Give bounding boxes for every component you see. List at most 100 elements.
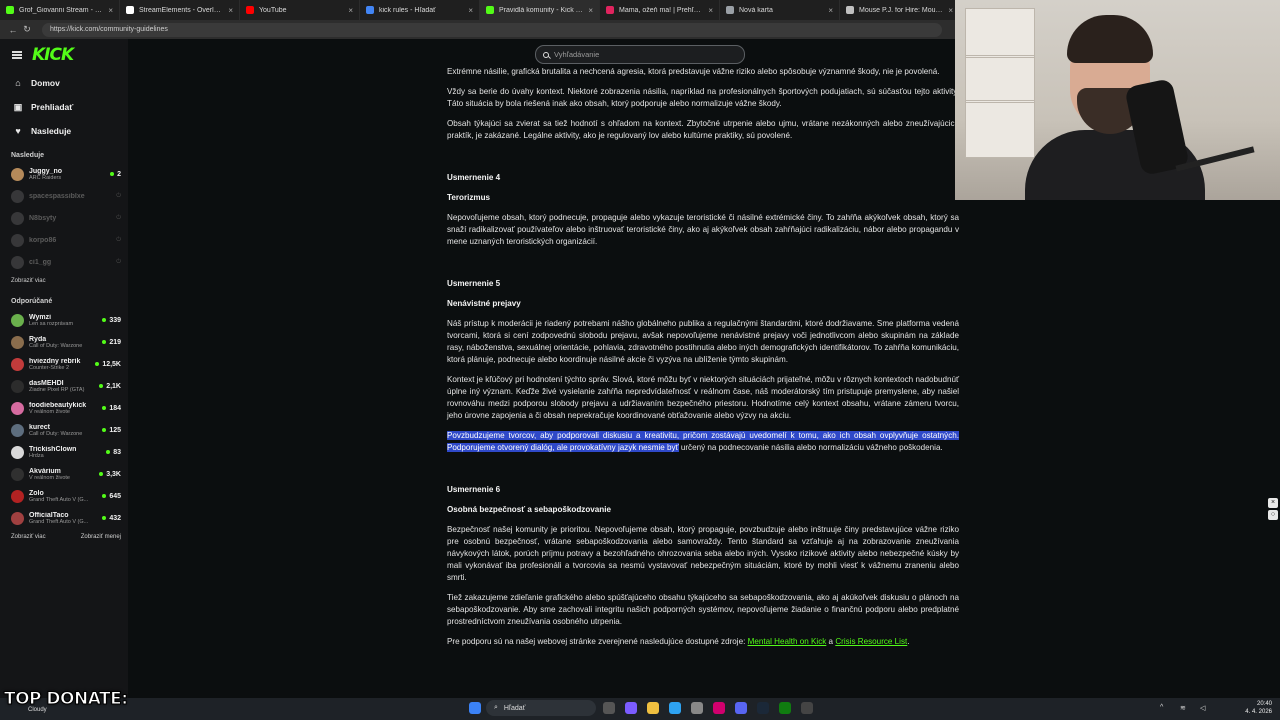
avatar [11,189,24,203]
paragraph: Extrémne násilie, grafická brutalita a n… [447,67,940,76]
browser-tab[interactable]: Nová karta × [720,0,840,20]
heart-icon: ♥ [15,126,21,136]
kick-logo[interactable]: KICK [32,45,74,65]
avatar [11,423,24,437]
channel-category: Grand Theft Auto V (G... [29,518,89,525]
tab-title: Mama, ožeň ma! | Prehľad | Archi [619,6,704,14]
channel-item[interactable]: korpo86 ⏻ [0,229,128,251]
channel-item[interactable]: Wymzi Len sa rozprávam 339 [0,309,128,331]
network-icon[interactable]: ≋ [1180,704,1186,712]
tab-close-icon[interactable]: × [708,6,713,15]
tab-close-icon[interactable]: × [828,6,833,15]
xbox-icon[interactable] [779,702,791,714]
task-view-icon[interactable] [603,702,615,714]
chevron-up-icon[interactable]: ^ [1160,704,1163,711]
tab-close-icon[interactable]: × [588,6,593,15]
channel-item[interactable]: dasMEHDI Žiadne Pixel RP (GTA) 2,1K [0,375,128,397]
show-more-following[interactable]: Zobraziť viac [0,273,128,289]
tab-favicon-icon [246,6,254,14]
avatar [11,255,24,269]
channel-item[interactable]: Zolo Grand Theft Auto V (G... 645 [0,485,128,507]
nav-item[interactable]: ♥ Nasleduje [0,119,128,143]
tab-close-icon[interactable]: × [348,6,353,15]
nav-item[interactable]: ▣ Prehliadať [0,95,128,119]
paragraph: Vždy sa berie do úvahy kontext. Niektoré… [447,87,959,108]
tab-close-icon[interactable]: × [108,6,113,15]
steam-icon[interactable] [757,702,769,714]
channel-info: N8bsyty [29,215,116,222]
tab-favicon-icon [606,6,614,14]
viewer-count: 219 [102,339,121,346]
show-more-recommended[interactable]: Zobraziť viac [11,529,46,545]
browser-tab[interactable]: YouTube × [240,0,360,20]
tab-close-icon[interactable]: × [468,6,473,15]
obs-icon[interactable] [801,702,813,714]
channel-name: ci1_gg [29,258,52,266]
browser-tab[interactable]: Mama, ožeň ma! | Prehľad | Archi × [600,0,720,20]
channel-item[interactable]: ci1_gg ⏻ [0,251,128,273]
channel-item[interactable]: Juggy_no ARC Raiders 2 [0,163,128,185]
channel-item[interactable]: Akvárium V reálnom živote 3,3K [0,463,128,485]
channel-item[interactable]: hviezdny rebrik Counter-Strike 2 12,5K [0,353,128,375]
tab-title: YouTube [259,6,287,14]
shelf [965,55,1035,58]
tab-close-icon[interactable]: × [948,6,953,15]
show-less-recommended[interactable]: Zobraziť menej [81,529,121,545]
and-text: a [826,637,836,646]
channel-name: Akvárium [29,467,61,475]
nav-item[interactable]: ⌂ Domov [0,71,128,95]
discord-icon[interactable] [735,702,747,714]
browser-tab[interactable]: Grof_Giovanni Stream - Kick Dash× [0,0,120,20]
file-explorer-icon[interactable] [647,702,659,714]
taskbar-search[interactable]: ⌕ Hľadať [486,700,596,716]
paragraph: Tiež zakazujeme zdieľanie grafického ale… [447,593,959,626]
channel-name: foodiebeautykick [29,401,87,409]
channel-item[interactable]: OfficialTaco Grand Theft Auto V (G... 432 [0,507,128,529]
channel-item[interactable]: TrickishClown Hrdza 83 [0,441,128,463]
side-settings-icon[interactable]: ○ [1268,510,1278,520]
guideline-title: Nenávistné prejavy [447,299,521,308]
viewer-count: 3,3K [99,471,121,478]
edge-icon[interactable] [669,702,681,714]
tab-favicon-icon [726,6,734,14]
avatar [11,489,24,503]
tab-favicon-icon [486,6,494,14]
channel-name: N8bsyty [29,214,57,222]
offline-icon: ⏻ [116,258,121,265]
clock-time: 20:40 [1256,701,1272,707]
channel-name: OfficialTaco [29,511,69,519]
viewer-count: 645 [102,493,121,500]
copilot-icon[interactable] [625,702,637,714]
url-field[interactable]: https://kick.com/community-guidelines [42,22,942,37]
volume-icon[interactable]: ◁ [1200,704,1205,712]
browser-tab[interactable]: kick rules - Hľadať × [360,0,480,20]
avatar [11,357,24,371]
avatar [11,445,24,459]
tab-close-icon[interactable]: × [228,6,233,15]
windows-start-icon[interactable] [469,702,481,714]
channel-item[interactable]: foodiebeautykick V reálnom živote 184 [0,397,128,419]
crisis-resource-link[interactable]: Crisis Resource List [835,637,907,646]
reload-icon[interactable]: ↻ [20,24,34,35]
search-input[interactable]: Vyhľadávanie [535,45,745,64]
channel-item[interactable]: spacespassiblxe ⏻ [0,185,128,207]
browser-tab[interactable]: Mouse P.J. for Hire: Mouseburg × [840,0,960,20]
channel-info: ci1_gg [29,259,116,266]
channel-item[interactable]: kurect Call of Duty: Warzone 125 [0,419,128,441]
channel-name: Ryda [29,335,47,343]
nav-label: Prehliadať [31,102,74,112]
store-icon[interactable] [691,702,703,714]
mental-health-link[interactable]: Mental Health on Kick [748,637,827,646]
clock[interactable]: 20:40 4. 4. 2026 [1240,700,1272,716]
app-icon[interactable] [713,702,725,714]
side-close-icon[interactable]: × [1268,498,1278,508]
back-icon[interactable]: ← [6,25,20,35]
following-list: Juggy_no ARC Raiders 2 spacespassiblxe ⏻ N8bs… [0,163,128,273]
channel-item[interactable]: N8bsyty ⏻ [0,207,128,229]
menu-icon[interactable] [12,51,22,59]
browser-tab[interactable]: StreamElements - Overlays × [120,0,240,20]
guideline-number: Usmernenie 4 [447,173,501,182]
avatar [11,401,24,415]
channel-item[interactable]: Ryda Call of Duty: Warzone 219 [0,331,128,353]
browser-tab[interactable]: Pravidlá komunity - Kick Streamin × [480,0,600,20]
